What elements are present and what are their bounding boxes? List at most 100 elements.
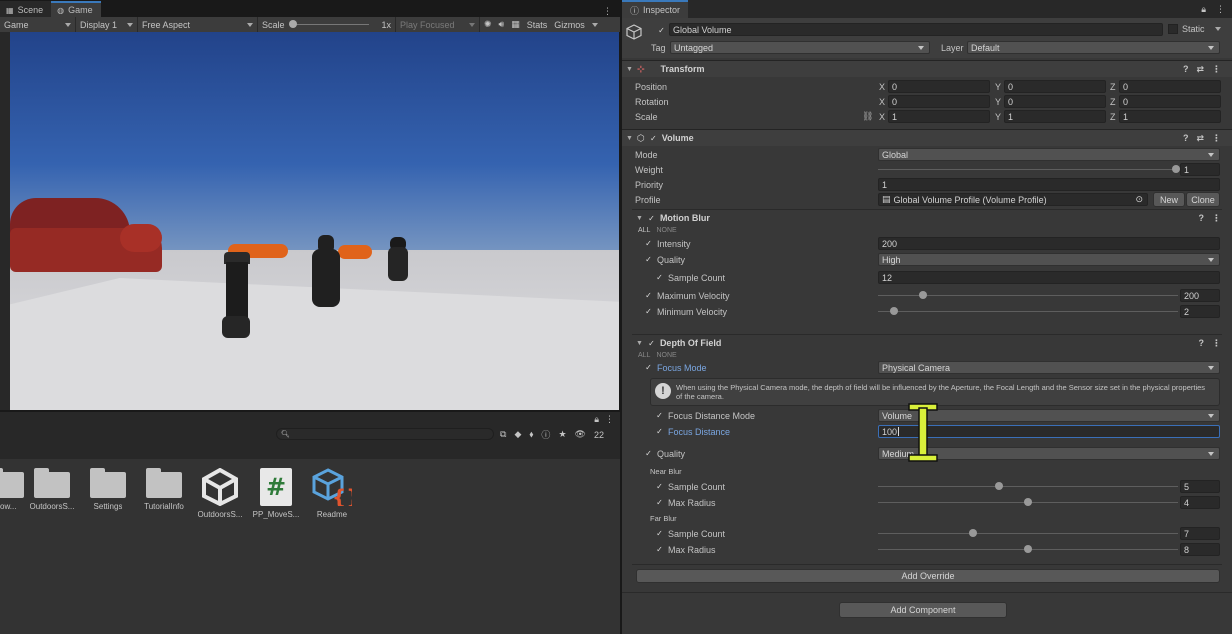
slider-knob[interactable] — [995, 482, 1003, 490]
tag-dropdown[interactable]: Untagged — [670, 41, 930, 54]
layer-dropdown[interactable]: Default — [967, 41, 1220, 54]
near-sample-count-field[interactable]: 5 — [1180, 480, 1220, 493]
far-sample-count-slider[interactable] — [878, 527, 1178, 540]
near-max-radius-slider[interactable] — [878, 496, 1178, 509]
lock-icon-inspector[interactable]: 🔒︎ — [1201, 4, 1206, 15]
min-velocity-field[interactable]: 2 — [1180, 305, 1220, 318]
display-dropdown[interactable]: Display 1 — [76, 17, 138, 32]
slider-knob[interactable] — [1024, 498, 1032, 506]
scale-x-field[interactable]: 1 — [888, 110, 990, 123]
focus-mode-override-checkbox[interactable]: ✓ — [644, 363, 653, 372]
asset-folder-tutorialinfo[interactable]: TutorialInfo — [136, 468, 192, 511]
tab-scene[interactable]: ▦ Scene — [0, 1, 52, 17]
near-max-radius-override-checkbox[interactable]: ✓ — [655, 498, 664, 507]
component-menu-icon[interactable]: ⋮ — [1212, 338, 1221, 349]
override-all-link[interactable]: ALL — [638, 352, 650, 359]
tab-game[interactable]: ◍ Game — [51, 1, 101, 17]
bug-icon[interactable]: ✺ — [484, 19, 492, 30]
play-mode-dropdown[interactable]: Play Focused — [396, 17, 480, 32]
far-sample-count-field[interactable]: 7 — [1180, 527, 1220, 540]
far-max-radius-override-checkbox[interactable]: ✓ — [655, 545, 664, 554]
rotation-z-field[interactable]: 0 — [1119, 95, 1221, 108]
transform-header[interactable]: ▼ ⊹ Transform ? ⇄ ⋮ — [622, 60, 1232, 77]
position-y-field[interactable]: 0 — [1004, 80, 1106, 93]
dof-header[interactable]: ▼ ✓ Depth Of Field ? ⋮ — [622, 335, 1232, 351]
mb-sample-count-field[interactable]: 12 — [878, 271, 1220, 284]
warning-icon[interactable]: ⓘ — [541, 428, 550, 441]
volume-enabled-checkbox[interactable]: ✓ — [649, 134, 658, 143]
aspect-dropdown[interactable]: Free Aspect — [138, 17, 258, 32]
clone-profile-button[interactable]: Clone — [1186, 192, 1220, 207]
focus-distance-override-checkbox[interactable]: ✓ — [655, 427, 664, 436]
volume-header[interactable]: ▼ ⬡ ✓ Volume ? ⇄ ⋮ — [622, 129, 1232, 146]
focus-mode-dropdown[interactable]: Physical Camera — [878, 361, 1220, 374]
rotation-y-field[interactable]: 0 — [1004, 95, 1106, 108]
sample-count-override-checkbox[interactable]: ✓ — [655, 273, 664, 282]
scale-slider[interactable] — [288, 20, 370, 29]
help-icon[interactable]: ? — [1199, 213, 1205, 224]
intensity-field[interactable]: 200 — [878, 237, 1220, 250]
active-checkbox[interactable]: ✓ — [657, 26, 666, 35]
lock-icon[interactable]: 🔒︎ — [594, 414, 599, 425]
hidden-packages-icon[interactable]: 👁︎ — [575, 429, 586, 440]
help-icon[interactable]: ? — [1183, 133, 1189, 144]
component-menu-icon[interactable]: ⋮ — [1212, 213, 1221, 224]
filter-label-icon[interactable]: ◆ — [514, 429, 521, 440]
preset-icon[interactable]: ⇄ — [1196, 133, 1204, 144]
near-max-radius-field[interactable]: 4 — [1180, 496, 1220, 509]
grid-icon[interactable]: ▦ — [511, 19, 520, 30]
favorite-icon[interactable]: ★ — [558, 429, 566, 440]
game-viewport[interactable] — [10, 32, 619, 410]
object-name-field[interactable]: Global Volume — [669, 23, 1163, 36]
weight-field[interactable]: 1 — [1180, 163, 1220, 176]
asset-folder-settings[interactable]: Settings — [80, 468, 136, 511]
component-menu-icon[interactable]: ⋮ — [1212, 133, 1221, 144]
near-sample-count-slider[interactable] — [878, 480, 1178, 493]
asset-folder-outdoors[interactable]: OutdoorsS... — [24, 468, 80, 511]
more-menu-icon-project[interactable]: ⋮ — [605, 414, 614, 425]
rotation-x-field[interactable]: 0 — [888, 95, 990, 108]
more-menu-icon[interactable]: ⋮ — [603, 6, 620, 17]
far-max-radius-field[interactable]: 8 — [1180, 543, 1220, 556]
position-x-field[interactable]: 0 — [888, 80, 990, 93]
add-override-button[interactable]: Add Override — [636, 569, 1220, 583]
quality-override-checkbox[interactable]: ✓ — [644, 255, 653, 264]
help-icon[interactable]: ? — [1199, 338, 1205, 349]
preset-icon[interactable]: ⇄ — [1196, 64, 1204, 75]
profile-field[interactable]: ▤ Global Volume Profile (Volume Profile) ⊙ — [878, 193, 1148, 206]
component-menu-icon[interactable]: ⋮ — [1212, 64, 1221, 75]
max-velocity-slider[interactable] — [878, 289, 1178, 302]
intensity-override-checkbox[interactable]: ✓ — [644, 239, 653, 248]
game-display-dropdown[interactable]: Game — [0, 17, 76, 32]
asset-script-ppmove[interactable]: # PP_MoveS... — [248, 468, 304, 519]
scale-y-field[interactable]: 1 — [1004, 110, 1106, 123]
priority-field[interactable]: 1 — [878, 178, 1220, 191]
motion-blur-enabled-checkbox[interactable]: ✓ — [647, 214, 656, 223]
dof-enabled-checkbox[interactable]: ✓ — [647, 339, 656, 348]
motion-blur-header[interactable]: ▼ ✓ Motion Blur ? ⋮ — [622, 210, 1232, 226]
max-velocity-field[interactable]: 200 — [1180, 289, 1220, 302]
filter-type-icon[interactable]: ⧉ — [500, 429, 506, 440]
override-none-link[interactable]: NONE — [656, 227, 676, 234]
slider-knob[interactable] — [919, 291, 927, 299]
far-max-radius-slider[interactable] — [878, 543, 1178, 556]
stats-toggle[interactable]: Stats — [527, 20, 548, 30]
near-sample-count-override-checkbox[interactable]: ✓ — [655, 482, 664, 491]
tab-inspector[interactable]: ⓘ Inspector — [622, 0, 689, 18]
weight-slider[interactable] — [878, 163, 1180, 176]
more-menu-icon-inspector[interactable]: ⋮ — [1216, 4, 1225, 15]
min-velocity-slider[interactable] — [878, 305, 1178, 318]
object-picker-icon[interactable]: ⊙ — [1135, 194, 1143, 205]
tag-icon[interactable]: ⬧ — [529, 429, 533, 440]
max-velocity-override-checkbox[interactable]: ✓ — [644, 291, 653, 300]
min-velocity-override-checkbox[interactable]: ✓ — [644, 307, 653, 316]
scale-z-field[interactable]: 1 — [1119, 110, 1221, 123]
slider-knob[interactable] — [890, 307, 898, 315]
project-search-input[interactable]: 🔍︎ — [276, 428, 494, 440]
gizmos-dropdown[interactable]: Gizmos — [554, 20, 585, 30]
static-toggle[interactable]: Static — [1168, 24, 1221, 34]
far-sample-count-override-checkbox[interactable]: ✓ — [655, 529, 664, 538]
scale-control[interactable]: Scale 1x — [258, 17, 396, 32]
override-all-link[interactable]: ALL — [638, 227, 650, 234]
new-profile-button[interactable]: New — [1153, 192, 1185, 207]
